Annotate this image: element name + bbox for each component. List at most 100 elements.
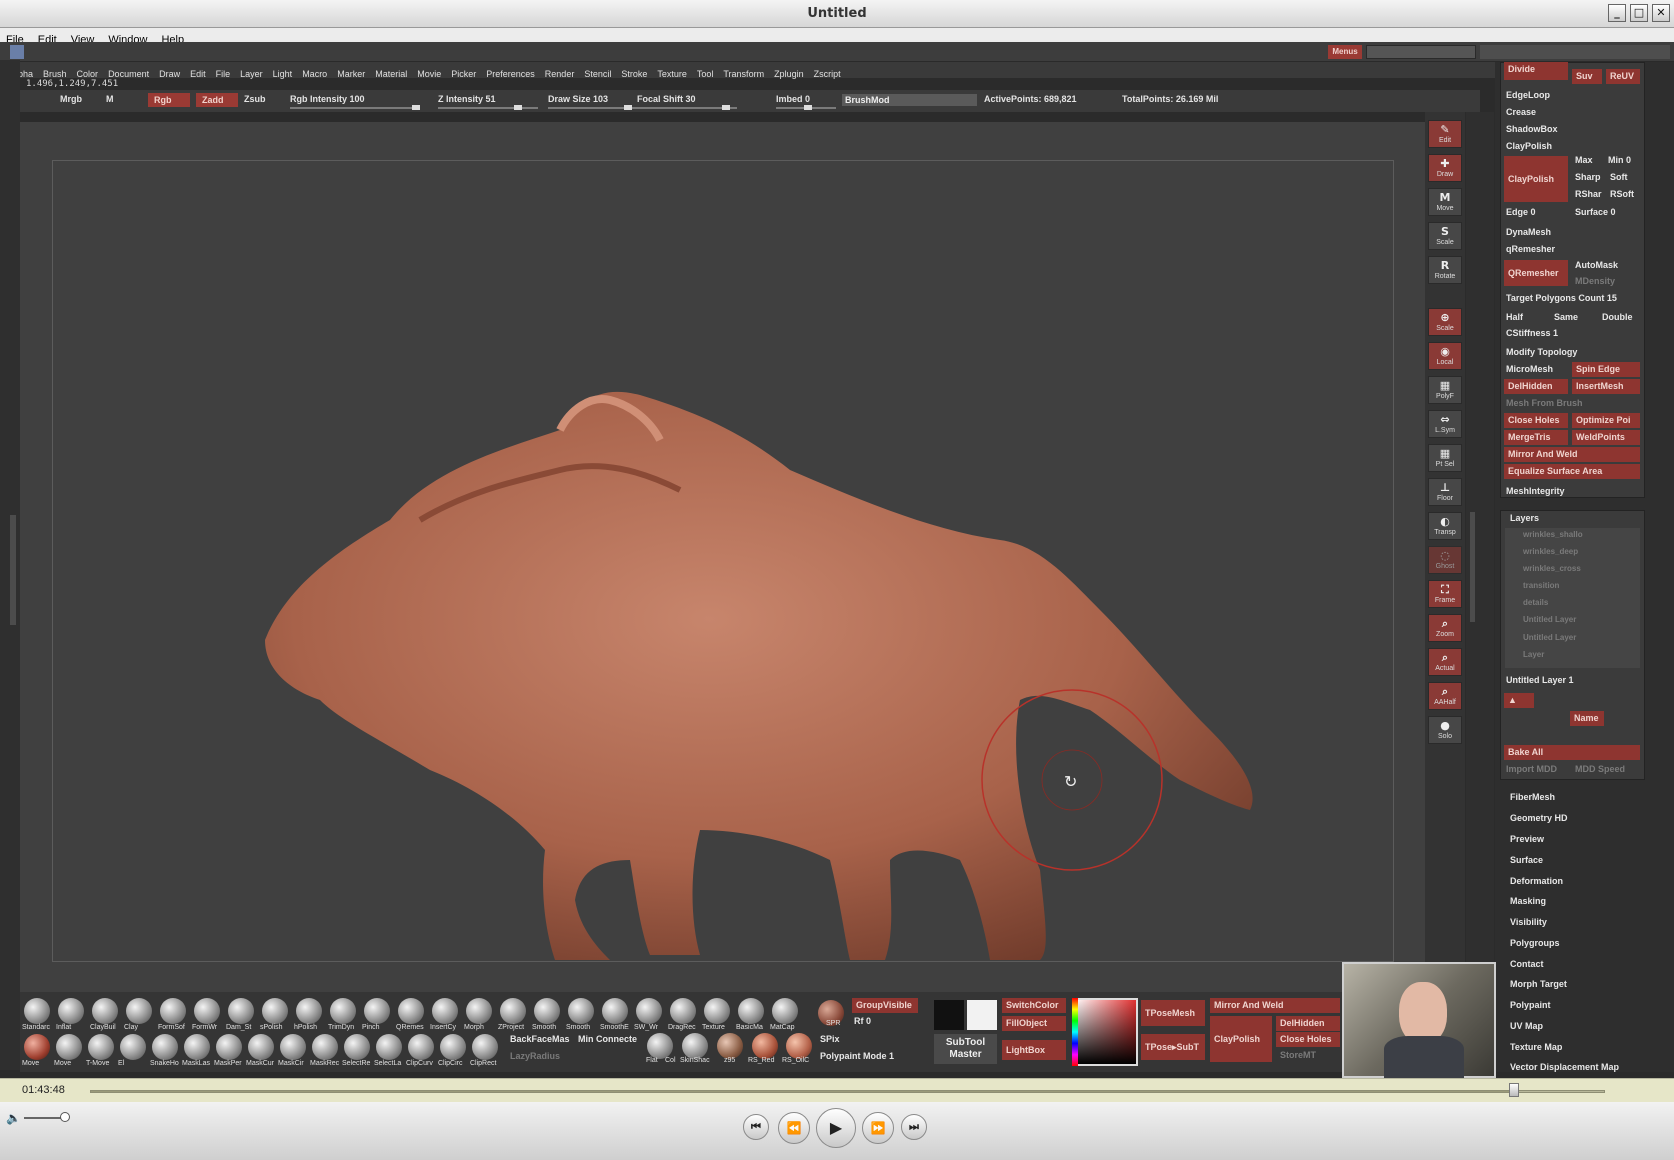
tpose-subt-button[interactable]: TPose▸SubT <box>1141 1034 1205 1060</box>
creature-body[interactable] <box>265 391 1253 960</box>
mergetris-button[interactable]: MergeTris <box>1504 430 1568 445</box>
divide-button[interactable]: Divide <box>1504 62 1568 80</box>
claypolish-button[interactable]: ClayPolish <box>1504 156 1568 202</box>
volume-knob[interactable] <box>60 1112 70 1122</box>
brush-pinch[interactable] <box>364 998 390 1024</box>
material-col[interactable] <box>682 1033 708 1059</box>
layer-item[interactable]: wrinkles_deep <box>1523 547 1578 556</box>
polyf-button[interactable]: ▦ PolyF <box>1428 376 1462 404</box>
brush-qremes[interactable] <box>398 998 424 1024</box>
hue-strip[interactable] <box>1072 998 1078 1066</box>
brush-clay[interactable] <box>126 998 152 1024</box>
meshintegrity-item[interactable]: MeshIntegrity <box>1506 486 1565 496</box>
rotate-button[interactable]: R Rotate <box>1428 256 1462 284</box>
material-rs-red[interactable] <box>752 1033 778 1059</box>
fillobject-button[interactable]: FillObject <box>1002 1016 1066 1031</box>
half-button[interactable]: Half <box>1506 312 1523 322</box>
layer-item[interactable]: wrinkles_cross <box>1523 564 1581 573</box>
brush-claybuil[interactable] <box>92 998 118 1024</box>
min-connected-toggle[interactable]: Min Connecte <box>578 1034 637 1044</box>
brush-move[interactable] <box>24 1034 50 1060</box>
close-holes-button[interactable]: Close Holes <box>1504 413 1568 428</box>
brush-dragrec[interactable] <box>670 998 696 1024</box>
rshar-slider[interactable]: RShar <box>1575 189 1602 199</box>
close-holes-shelf-button[interactable]: Close Holes <box>1276 1032 1340 1047</box>
cstiffness-slider[interactable]: CStiffness 1 <box>1506 328 1558 338</box>
material-rs-oilc[interactable] <box>786 1033 812 1059</box>
brush-zproject[interactable] <box>500 998 526 1024</box>
brush-standarc[interactable] <box>24 998 50 1024</box>
mirror-and-weld-button[interactable]: Mirror And Weld <box>1504 447 1640 462</box>
contact-section[interactable]: Contact <box>1510 959 1544 969</box>
brush-hpolish[interactable] <box>296 998 322 1024</box>
target-polygons-slider[interactable]: Target Polygons Count 15 <box>1506 293 1617 303</box>
switchcolor-button[interactable]: SwitchColor <box>1002 998 1066 1013</box>
brush-maskrec[interactable] <box>312 1034 338 1060</box>
move-button[interactable]: M Move <box>1428 188 1462 216</box>
brush-sw-wr[interactable] <box>636 998 662 1024</box>
material-flat[interactable] <box>647 1033 673 1059</box>
crease-item[interactable]: Crease <box>1506 107 1536 117</box>
brush-formwr[interactable] <box>194 998 220 1024</box>
brush-selectla[interactable] <box>376 1034 402 1060</box>
brush-basicma[interactable] <box>738 998 764 1024</box>
layer-item[interactable]: Layer <box>1523 650 1544 659</box>
polypaint-section[interactable]: Polypaint <box>1510 1000 1551 1010</box>
aahalf-button[interactable]: ⌕ AAHalf <box>1428 682 1462 710</box>
secondary-color-swatch[interactable] <box>967 1000 997 1030</box>
same-button[interactable]: Same <box>1554 312 1578 322</box>
surface-slider[interactable]: Surface 0 <box>1575 207 1616 217</box>
solo-button[interactable]: ● Solo <box>1428 716 1462 744</box>
groupvisible-button[interactable]: GroupVisible <box>852 998 918 1013</box>
brush-move[interactable] <box>56 1034 82 1060</box>
brush-masklas[interactable] <box>184 1034 210 1060</box>
import-mdd-button[interactable]: Import MDD <box>1506 764 1557 774</box>
lightbox-button[interactable]: LightBox <box>1002 1040 1066 1060</box>
layer-up-button[interactable]: ▲ <box>1504 693 1534 708</box>
insertmesh-button[interactable]: InsertMesh <box>1572 379 1640 394</box>
storemt-button[interactable]: StoreMT <box>1280 1050 1316 1060</box>
layer-item[interactable]: transition <box>1523 581 1559 590</box>
deformation-section[interactable]: Deformation <box>1510 876 1563 886</box>
right-dock-handle[interactable] <box>1470 512 1475 622</box>
brush-insertcy[interactable] <box>432 998 458 1024</box>
rf-slider[interactable]: Rf 0 <box>854 1016 871 1026</box>
scale-button[interactable]: S Scale <box>1428 222 1462 250</box>
automask-item[interactable]: AutoMask <box>1575 260 1618 270</box>
uv-map-section[interactable]: UV Map <box>1510 1021 1543 1031</box>
draw-button[interactable]: ✚ Draw <box>1428 154 1462 182</box>
rewind-button[interactable]: ⏪ <box>778 1112 810 1144</box>
brush-snakeho[interactable] <box>152 1034 178 1060</box>
reuv-button[interactable]: ReUV <box>1606 69 1640 84</box>
volume-icon[interactable]: 🔈 <box>6 1111 21 1125</box>
polypaint-mode-slider[interactable]: Polypaint Mode 1 <box>820 1051 894 1061</box>
layer-item[interactable]: wrinkles_shallo <box>1523 530 1583 539</box>
visibility-section[interactable]: Visibility <box>1510 917 1547 927</box>
edge-slider[interactable]: Edge 0 <box>1506 207 1536 217</box>
claypolish-shelf-button[interactable]: ClayPolish <box>1210 1016 1272 1062</box>
layers-header[interactable]: Layers <box>1510 513 1539 523</box>
vector-displacement-map-section[interactable]: Vector Displacement Map <box>1510 1062 1619 1072</box>
spin-edge-button[interactable]: Spin Edge <box>1572 362 1640 377</box>
dynamesh-item[interactable]: DynaMesh <box>1506 227 1551 237</box>
brush-maskcir[interactable] <box>280 1034 306 1060</box>
equalize-surface-area-button[interactable]: Equalize Surface Area <box>1504 464 1640 479</box>
polygroups-section[interactable]: Polygroups <box>1510 938 1560 948</box>
brush-t-move[interactable] <box>88 1034 114 1060</box>
brush-formsof[interactable] <box>160 998 186 1024</box>
qremesher-button[interactable]: QRemesher <box>1504 260 1568 286</box>
brush-clipcirc[interactable] <box>440 1034 466 1060</box>
tposemesh-button[interactable]: TPoseMesh <box>1141 1000 1205 1026</box>
optimize-points-button[interactable]: Optimize Poi <box>1572 413 1640 428</box>
masking-section[interactable]: Masking <box>1510 896 1546 906</box>
brush-texture[interactable] <box>704 998 730 1024</box>
current-layer-slider[interactable]: Untitled Layer 1 <box>1506 675 1574 685</box>
brush-smooth[interactable] <box>568 998 594 1024</box>
main-color-swatch[interactable] <box>934 1000 964 1030</box>
edgeloop-item[interactable]: EdgeLoop <box>1506 90 1550 100</box>
brush-el[interactable] <box>120 1034 146 1060</box>
mirror-and-weld-shelf-button[interactable]: Mirror And Weld <box>1210 998 1340 1013</box>
frame-button[interactable]: ⛶ Frame <box>1428 580 1462 608</box>
fast-forward-button[interactable]: ⏩ <box>862 1112 894 1144</box>
brush-maskcur[interactable] <box>248 1034 274 1060</box>
